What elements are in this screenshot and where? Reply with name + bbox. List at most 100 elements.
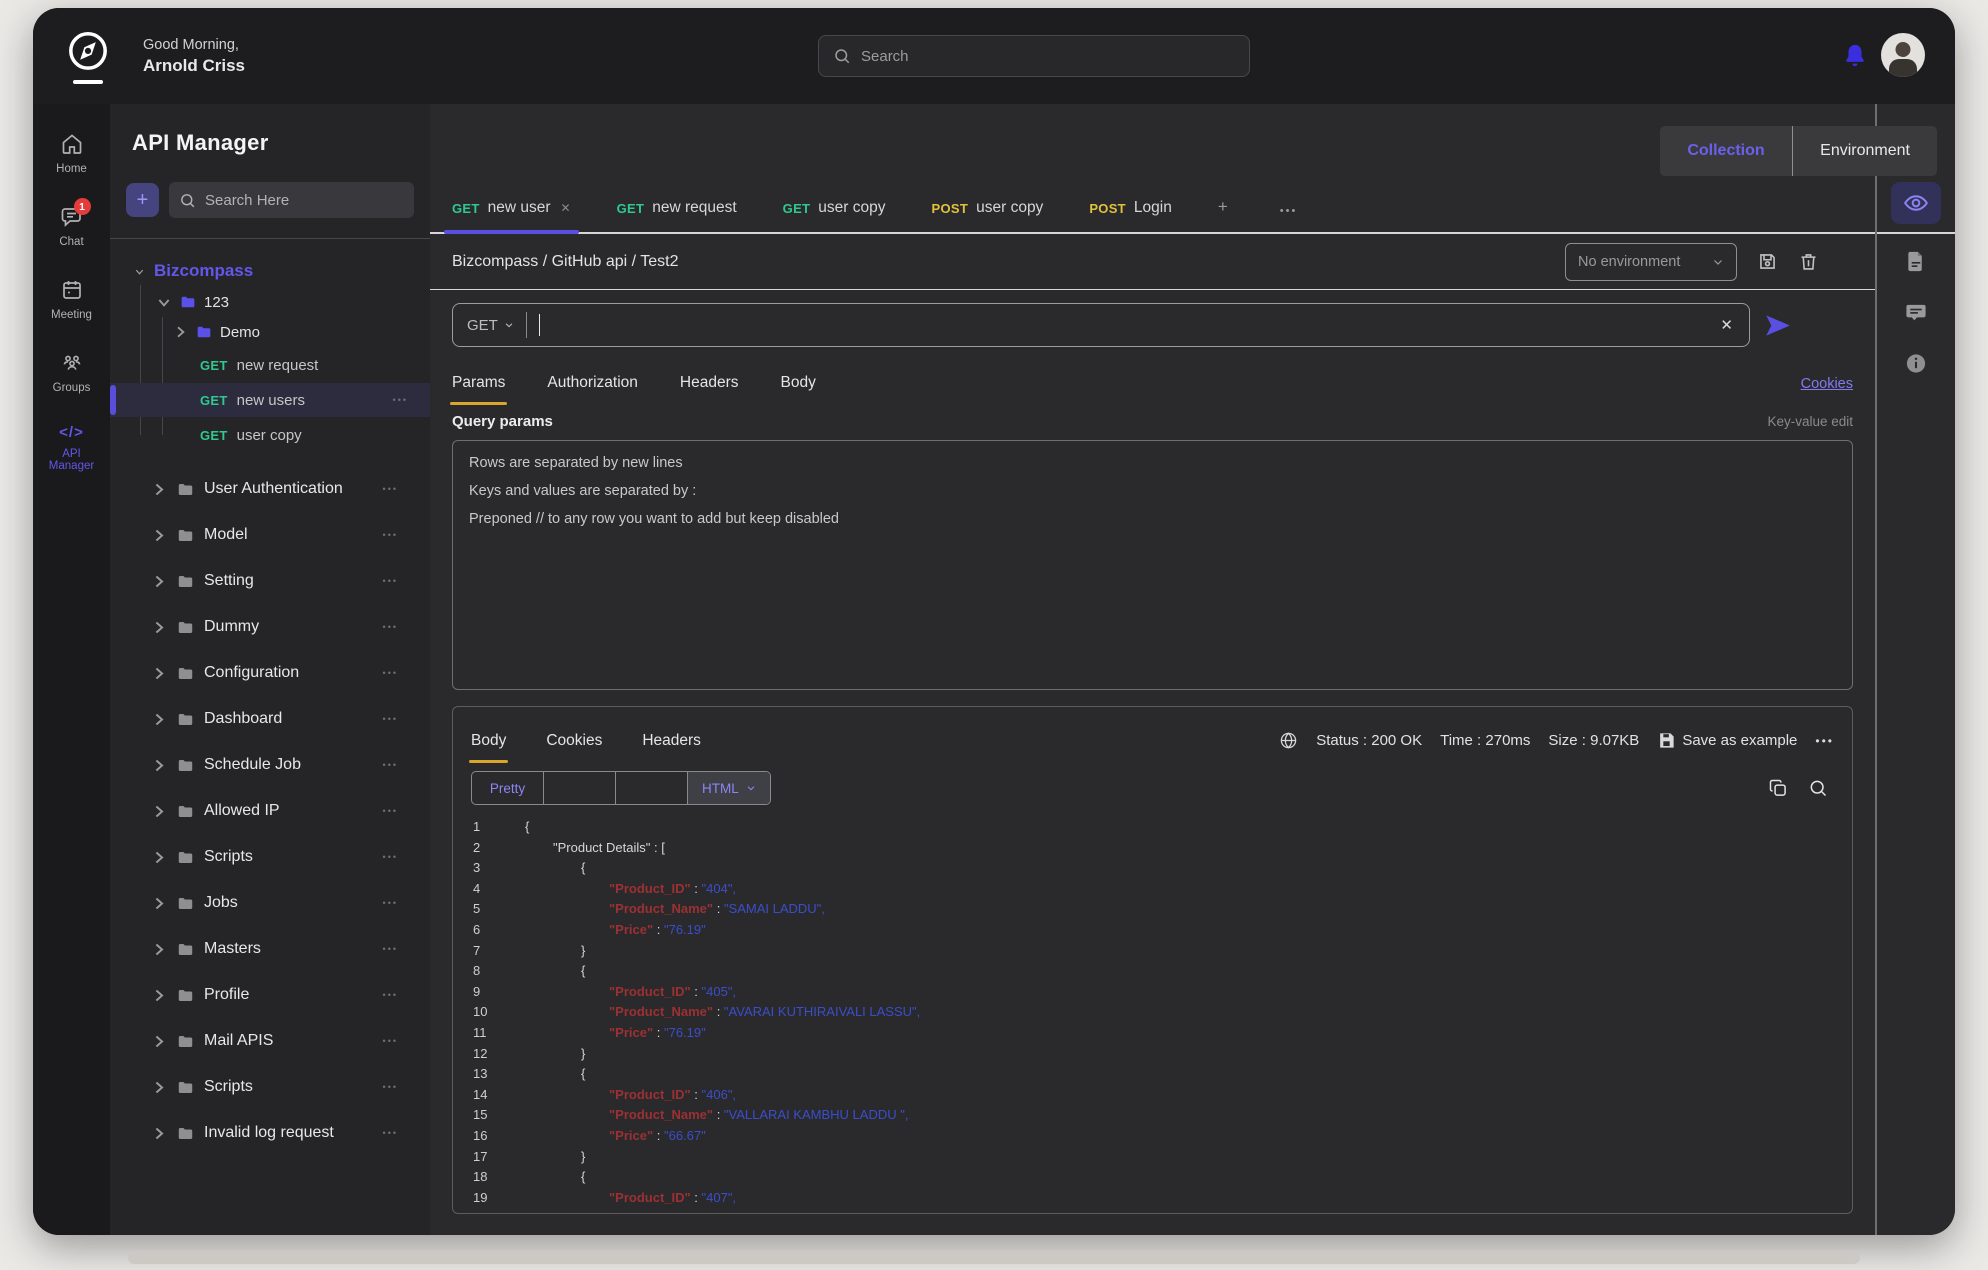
sidebar-search[interactable]	[169, 182, 414, 218]
code-text: "Price" : "76.19"	[509, 1023, 706, 1044]
copy-icon[interactable]	[1768, 778, 1788, 798]
sidebar-folder-mail-apis[interactable]: Mail APIS •••	[124, 1018, 416, 1064]
more-options-icon[interactable]: •••	[383, 1082, 398, 1092]
sidebar-folder-user-authentication[interactable]: User Authentication •••	[124, 466, 416, 512]
add-collection-button[interactable]: +	[126, 183, 159, 217]
url-input[interactable]	[540, 316, 1719, 334]
view-mode-empty-1[interactable]	[544, 772, 616, 804]
more-options-icon[interactable]: •••	[383, 530, 398, 540]
request-tab-get-new-request[interactable]: GET new request	[617, 199, 737, 217]
view-mode-empty-2[interactable]	[616, 772, 688, 804]
editor-placeholder-line: Rows are separated by new lines	[469, 455, 683, 471]
format-select[interactable]: HTML	[688, 772, 770, 804]
rail-item-chat[interactable]: 1 Chat	[39, 198, 105, 248]
more-options-icon[interactable]: •••	[383, 576, 398, 586]
query-params-editor[interactable]: Rows are separated by new lines Keys and…	[452, 440, 1853, 690]
rail-item-home[interactable]: Home	[39, 132, 105, 175]
sidebar-folder-masters[interactable]: Masters •••	[124, 926, 416, 972]
rail-item-groups[interactable]: Groups	[39, 351, 105, 394]
query-params-label: Query params	[452, 413, 553, 430]
close-tab-icon[interactable]: ✕	[561, 201, 571, 215]
tree-folder-demo[interactable]: Demo	[124, 317, 416, 347]
tree-request-user-copy[interactable]: GET user copy	[110, 418, 430, 452]
response-more-icon[interactable]: •••	[1815, 734, 1834, 748]
more-options-icon[interactable]: •••	[383, 1128, 398, 1138]
tree-request-new-request[interactable]: GET new request	[110, 348, 430, 382]
url-input-box[interactable]: GET ✕	[452, 303, 1750, 347]
tab-body[interactable]: Body	[780, 374, 815, 405]
more-options-icon[interactable]: •••	[383, 484, 398, 494]
add-tab-button[interactable]: +	[1218, 197, 1228, 217]
line-number: 17	[473, 1148, 488, 1164]
more-options-icon[interactable]: •••	[383, 806, 398, 816]
cookies-link[interactable]: Cookies	[1801, 376, 1853, 405]
more-options-icon[interactable]: •••	[383, 852, 398, 862]
environment-select[interactable]: No environment	[1565, 242, 1737, 281]
more-options-icon[interactable]: •••	[383, 990, 398, 1000]
more-options-icon[interactable]: •••	[383, 898, 398, 908]
sidebar-folder-invalid-log-request[interactable]: Invalid log request •••	[124, 1110, 416, 1156]
send-request-icon[interactable]	[1764, 312, 1791, 339]
user-avatar[interactable]	[1881, 33, 1925, 77]
more-options-icon[interactable]: •••	[383, 622, 398, 632]
clear-url-icon[interactable]: ✕	[1718, 316, 1735, 334]
rail-item-label: Home	[56, 163, 87, 175]
sidebar-folder-jobs[interactable]: Jobs •••	[124, 880, 416, 926]
tree-request-new-users[interactable]: GET new users •••	[110, 383, 430, 417]
request-tab-post-user-copy[interactable]: POST user copy	[932, 199, 1044, 217]
response-panel: Body Cookies Headers Status : 200 OK Time …	[452, 706, 1853, 1214]
delete-request-button[interactable]	[1798, 251, 1819, 272]
tab-params[interactable]: Params	[449, 374, 508, 405]
sidebar-folder-configuration[interactable]: Configuration •••	[124, 650, 416, 696]
response-tab-body[interactable]: Body	[468, 732, 509, 763]
request-tab-get-user-copy[interactable]: GET user copy	[783, 199, 886, 217]
request-tab-post-login[interactable]: POST Login	[1089, 199, 1172, 217]
tabs-more-icon[interactable]: •••	[1280, 205, 1298, 217]
chevron-icon	[150, 665, 167, 682]
global-search[interactable]	[818, 35, 1250, 77]
sidebar-folder-allowed-ip[interactable]: Allowed IP •••	[124, 788, 416, 834]
method-select[interactable]: GET	[467, 317, 514, 334]
tab-authorization[interactable]: Authorization	[547, 374, 637, 405]
tree-root-bizcompass[interactable]: Bizcompass	[124, 255, 416, 287]
preview-eye-button[interactable]	[1891, 182, 1941, 224]
response-tab-headers[interactable]: Headers	[642, 732, 701, 763]
sidebar-folder-label: Scripts	[204, 1078, 253, 1095]
sidebar-folder-model[interactable]: Model •••	[124, 512, 416, 558]
sidebar-folder-dummy[interactable]: Dummy •••	[124, 604, 416, 650]
more-options-icon[interactable]: •••	[383, 760, 398, 770]
rail-item-api-manager[interactable]: </> API Manager	[39, 424, 105, 472]
info-icon[interactable]	[1905, 352, 1928, 380]
sidebar-folder-dashboard[interactable]: Dashboard •••	[124, 696, 416, 742]
save-request-button[interactable]	[1757, 251, 1778, 272]
environment-select-value: No environment	[1578, 253, 1681, 270]
method-value: GET	[467, 316, 498, 334]
request-tab-get-new-user[interactable]: GET new user ✕	[444, 199, 579, 234]
documentation-icon[interactable]	[1905, 250, 1928, 278]
sidebar-folder-scripts[interactable]: Scripts •••	[124, 1064, 416, 1110]
response-body-code[interactable]: 1{2 "Product Details" : [3{4 "Product_ID" …	[453, 817, 1852, 1208]
key-value-edit-label[interactable]: Key-value edit	[1767, 414, 1853, 429]
more-options-icon[interactable]: •••	[383, 944, 398, 954]
rail-item-meeting[interactable]: Meeting	[39, 278, 105, 321]
comments-icon[interactable]	[1905, 302, 1928, 330]
notification-bell-icon[interactable]	[1841, 42, 1869, 70]
more-options-icon[interactable]: •••	[393, 395, 408, 405]
sidebar-folder-setting[interactable]: Setting •••	[124, 558, 416, 604]
sidebar-folder-scripts[interactable]: Scripts •••	[124, 834, 416, 880]
more-options-icon[interactable]: •••	[383, 1036, 398, 1046]
more-options-icon[interactable]: •••	[383, 668, 398, 678]
environment-button[interactable]: Environment	[1793, 126, 1937, 176]
more-options-icon[interactable]: •••	[383, 714, 398, 724]
collection-button[interactable]: Collection	[1660, 126, 1791, 176]
view-mode-pretty[interactable]: Pretty	[472, 772, 544, 804]
sidebar-folder-profile[interactable]: Profile •••	[124, 972, 416, 1018]
sidebar-search-input[interactable]	[205, 191, 404, 209]
global-search-input[interactable]	[861, 47, 1235, 65]
tab-headers[interactable]: Headers	[680, 374, 739, 405]
search-in-body-icon[interactable]	[1808, 778, 1828, 798]
response-tab-cookies[interactable]: Cookies	[546, 732, 602, 763]
tree-folder-123[interactable]: 123	[124, 287, 416, 317]
sidebar-folder-schedule-job[interactable]: Schedule Job •••	[124, 742, 416, 788]
save-as-example-button[interactable]: Save as example	[1657, 731, 1797, 750]
